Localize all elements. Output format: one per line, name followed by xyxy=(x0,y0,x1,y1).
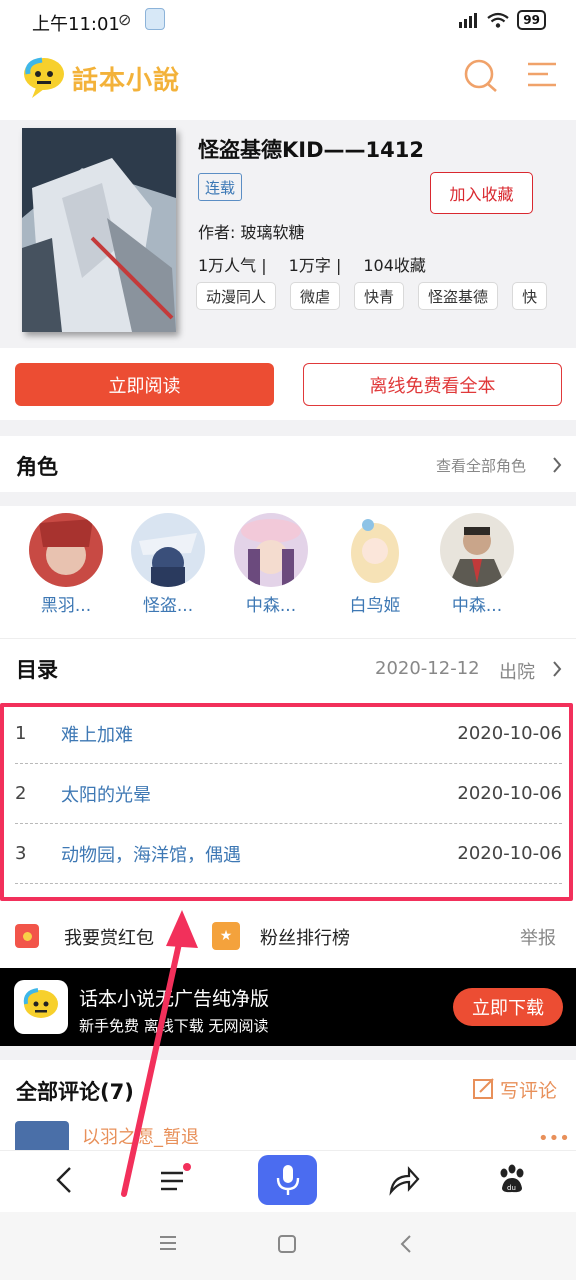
chapter-title: 太阳的光晕 xyxy=(61,784,151,806)
tag-item[interactable]: 快 xyxy=(512,282,548,310)
commenter-avatar[interactable] xyxy=(15,1121,69,1151)
more-options-icon[interactable]: ••• xyxy=(538,1128,570,1149)
book-title: 怪盗基德KID——1412 xyxy=(198,138,424,162)
report-link[interactable]: 举报 xyxy=(520,924,556,950)
character-avatar xyxy=(29,513,103,587)
favorites-stat: 104收藏 xyxy=(363,256,426,275)
tag-item[interactable]: 动漫同人 xyxy=(196,282,277,310)
alarm-off-icon: ⊘ xyxy=(118,10,132,29)
annotation-arrow-icon xyxy=(121,910,198,1197)
fan-ranking-link[interactable]: 粉丝排行榜 xyxy=(260,924,350,950)
character-item[interactable]: 白鸟姬 xyxy=(330,513,420,616)
fan-ranking-icon: ★ xyxy=(212,922,240,950)
tag-item[interactable]: 快青 xyxy=(354,282,405,310)
toc-title: 目录 xyxy=(16,658,58,682)
app-logo-text: 話本小說 xyxy=(72,66,181,96)
character-item[interactable]: 黑羽... xyxy=(21,513,111,616)
characters-title: 角色 xyxy=(16,455,58,479)
chapter-number: 3 xyxy=(15,843,27,864)
search-icon[interactable] xyxy=(462,58,500,94)
divider xyxy=(0,638,576,639)
character-avatar xyxy=(131,513,205,587)
character-name: 怪盗... xyxy=(142,596,194,616)
svg-text:du: du xyxy=(507,1184,516,1192)
voice-button[interactable] xyxy=(258,1155,317,1205)
book-cover-image[interactable] xyxy=(22,128,176,332)
chapter-title: 难上加难 xyxy=(61,724,133,746)
microphone-icon xyxy=(276,1165,299,1195)
battery-indicator: 99 xyxy=(517,10,546,30)
status-bar: 上午11:01 ⊘ 99 xyxy=(0,0,576,44)
book-author: 作者: 玻璃软糖 xyxy=(198,223,305,242)
app-logo-icon xyxy=(24,57,64,98)
chapter-date: 2020-10-06 xyxy=(457,783,562,804)
character-item[interactable]: 中森... xyxy=(226,513,316,616)
chapter-title: 动物园，海洋馆，偶遇 xyxy=(61,844,241,866)
read-now-button[interactable]: 立即阅读 xyxy=(15,363,274,406)
serial-status-badge: 连载 xyxy=(198,173,242,201)
section-divider xyxy=(0,1046,576,1060)
character-item[interactable]: 怪盗... xyxy=(123,513,213,616)
see-all-characters-link[interactable]: 查看全部角色 xyxy=(436,455,526,476)
book-stats: 1万人气 | 1万字 | 104收藏 xyxy=(198,252,426,276)
wifi-icon xyxy=(487,12,509,28)
status-icons: 99 xyxy=(457,10,546,30)
character-name: 黑羽... xyxy=(40,596,92,616)
chapter-date: 2020-10-06 xyxy=(457,723,562,744)
system-back-icon[interactable] xyxy=(398,1233,414,1255)
menu-icon[interactable] xyxy=(526,60,558,90)
chapter-row[interactable]: 3 动物园，海洋馆，偶遇 2020-10-06 xyxy=(15,824,562,884)
chevron-right-icon[interactable] xyxy=(551,660,563,678)
tag-item[interactable]: 怪盗基德 xyxy=(418,282,499,310)
word-count-stat: 1万字 | xyxy=(288,256,342,275)
home-icon[interactable] xyxy=(277,1234,297,1254)
app-notification-icon xyxy=(145,8,165,30)
character-item[interactable]: 中森... xyxy=(432,513,522,616)
download-button[interactable]: 立即下载 xyxy=(453,988,563,1026)
chapter-row[interactable]: 2 太阳的光晕 2020-10-06 xyxy=(15,764,562,824)
chapter-date: 2020-10-06 xyxy=(457,843,562,864)
ad-app-icon xyxy=(14,980,68,1034)
edit-icon[interactable] xyxy=(472,1077,496,1101)
character-avatar xyxy=(440,513,514,587)
red-envelope-icon xyxy=(15,924,39,948)
back-icon[interactable] xyxy=(52,1165,76,1195)
recent-apps-icon[interactable] xyxy=(158,1234,178,1252)
character-name: 中森... xyxy=(245,596,297,616)
popularity-stat: 1万人气 | xyxy=(198,256,267,275)
signal-icon xyxy=(459,13,478,28)
chevron-right-icon[interactable] xyxy=(551,456,563,474)
character-name: 白鸟姬 xyxy=(349,596,401,616)
chapter-row[interactable]: 1 难上加难 2020-10-06 xyxy=(15,704,562,764)
section-divider xyxy=(0,420,576,436)
character-avatar xyxy=(234,513,308,587)
add-favorite-button[interactable]: 加入收藏 xyxy=(430,172,533,214)
share-icon[interactable] xyxy=(387,1164,421,1196)
offline-read-button[interactable]: 离线免费看全本 xyxy=(303,363,562,406)
tag-item[interactable]: 微虐 xyxy=(290,282,341,310)
section-divider xyxy=(0,492,576,506)
paw-icon[interactable]: du xyxy=(496,1164,526,1194)
tag-list: 动漫同人 微虐 快青 怪盗基德 快 xyxy=(196,282,576,312)
character-avatar xyxy=(338,513,412,587)
character-name: 中森... xyxy=(451,596,503,616)
chapter-number: 1 xyxy=(15,723,27,744)
status-time: 上午11:01 xyxy=(32,14,120,35)
toc-latest-date: 2020-12-12 xyxy=(375,658,480,679)
write-comment-link[interactable]: 写评论 xyxy=(500,1076,557,1103)
chapter-number: 2 xyxy=(15,783,27,804)
toc-latest-chapter[interactable]: 出院 xyxy=(499,658,535,684)
